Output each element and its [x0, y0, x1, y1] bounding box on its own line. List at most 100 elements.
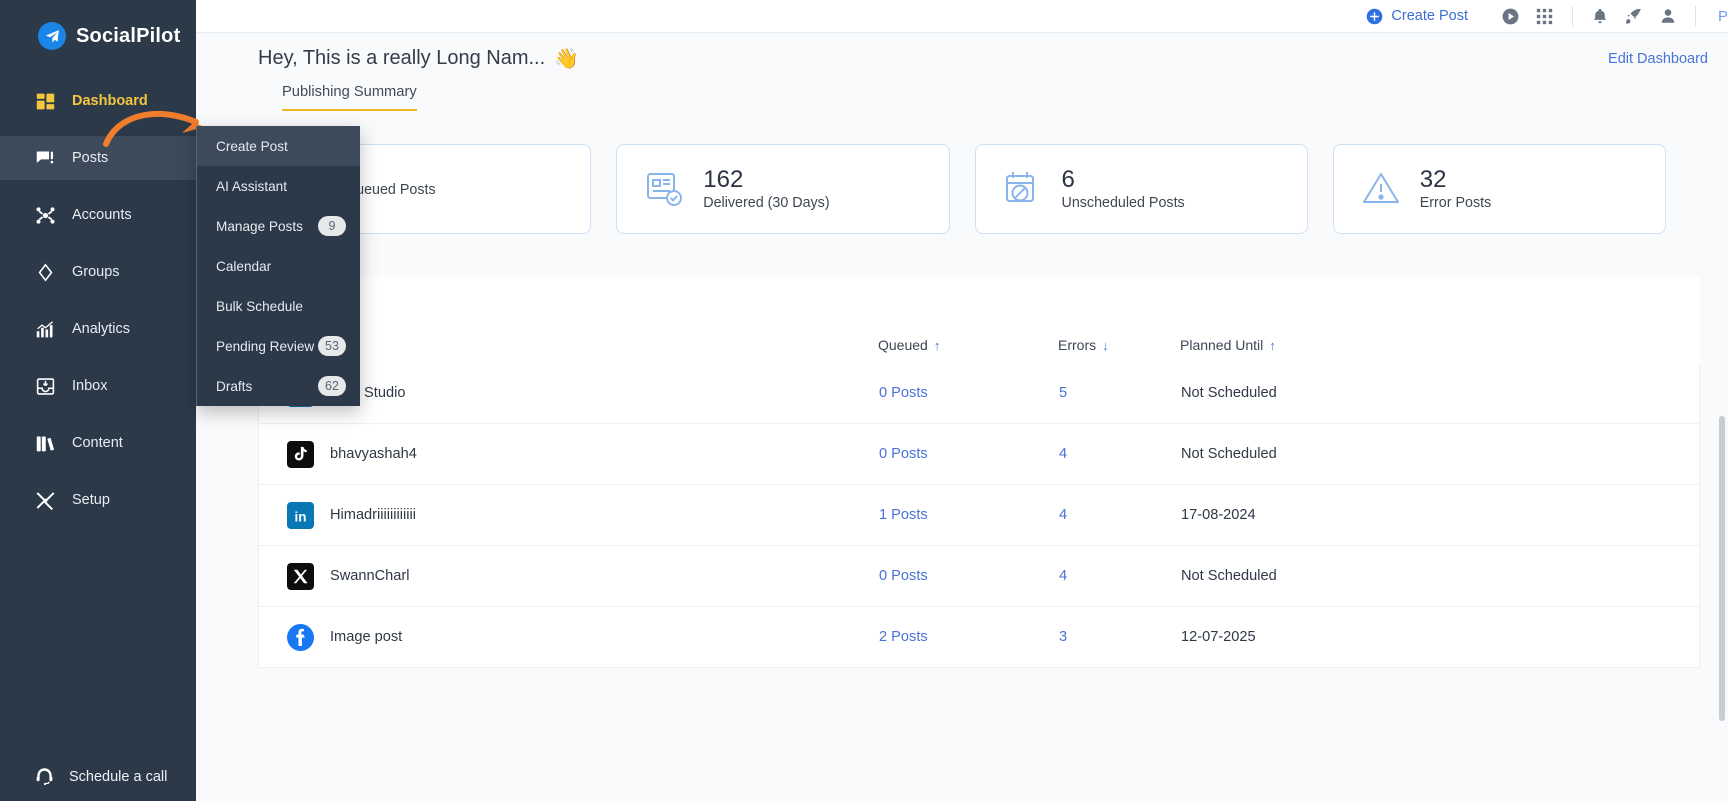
table-row[interactable]: SwannCharl 0 Posts 4 Not Scheduled	[258, 546, 1700, 607]
top-bar: Create Post P	[196, 0, 1728, 33]
groups-icon	[34, 261, 56, 283]
accounts-table: Name ↑ Queued ↑ Errors ↓ Planned Until ↑	[258, 327, 1700, 668]
tab-publishing-summary[interactable]: Publishing Summary	[282, 84, 417, 111]
sidebar-item-groups[interactable]: Groups	[0, 250, 196, 294]
main-content: Hey, This is a really Long Nam... 👋 Edit…	[196, 33, 1728, 801]
stat-value: 6	[1061, 165, 1075, 193]
books-icon	[34, 432, 56, 454]
x-twitter-icon	[287, 562, 314, 590]
accounts-panel: by Accounts Name ↑ Queued ↑ Errors ↓	[258, 277, 1700, 668]
plus-circle-icon	[1367, 8, 1383, 24]
queued-value[interactable]: 0 Posts	[879, 385, 1059, 401]
schedule-a-call-label: Schedule a call	[69, 768, 168, 785]
vertical-scrollbar[interactable]	[1719, 416, 1725, 721]
table-header-row: Name ↑ Queued ↑ Errors ↓ Planned Until ↑	[258, 327, 1700, 363]
account-name: Image post	[330, 629, 403, 645]
errors-value[interactable]: 5	[1059, 385, 1181, 401]
inbox-icon	[34, 375, 56, 397]
sidebar-item-dashboard[interactable]: Dashboard	[0, 79, 196, 123]
menu-item-badge: 53	[318, 336, 346, 356]
table-row[interactable]: in Arch Studio 0 Posts 5 Not Scheduled	[258, 363, 1700, 424]
schedule-a-call-button[interactable]: Schedule a call	[0, 766, 196, 801]
sidebar-item-label: Content	[72, 435, 123, 451]
app-root: SocialPilot Dashboard Posts Accounts Gro…	[0, 0, 1728, 801]
stat-value: 32	[1419, 165, 1447, 193]
sidebar-item-inbox[interactable]: Inbox	[0, 364, 196, 408]
queued-value[interactable]: 1 Posts	[879, 507, 1059, 523]
create-post-label: Create Post	[1391, 8, 1468, 24]
rocket-icon[interactable]	[1617, 7, 1651, 26]
stat-label: Unscheduled Posts	[1061, 195, 1185, 212]
menu-item-badge: 9	[318, 216, 346, 236]
sidebar: SocialPilot Dashboard Posts Accounts Gro…	[0, 0, 196, 801]
edge-truncated-label: P	[1717, 7, 1728, 25]
posts-icon	[34, 147, 56, 169]
errors-value[interactable]: 4	[1059, 507, 1181, 523]
column-label: Errors	[1058, 337, 1097, 353]
stat-card-unscheduled[interactable]: 6 Unscheduled Posts	[974, 144, 1308, 234]
stat-cards: Queued Posts 162 Delivered (30 Days) 6 U…	[196, 118, 1728, 234]
sidebar-item-label: Dashboard	[72, 93, 148, 109]
stat-card-error-posts[interactable]: 32 Error Posts	[1332, 144, 1666, 234]
brand[interactable]: SocialPilot	[0, 0, 196, 50]
column-header-errors[interactable]: Errors ↓	[1058, 337, 1180, 353]
sidebar-item-label: Posts	[72, 150, 109, 166]
wave-emoji-icon: 👋	[554, 48, 580, 70]
user-icon[interactable]	[1651, 7, 1685, 25]
sidebar-nav: Dashboard Posts Accounts Groups Analytic…	[0, 79, 196, 522]
linkedin-icon: in	[287, 501, 314, 529]
queued-value[interactable]: 0 Posts	[879, 568, 1059, 584]
menu-item-label: Pending Review	[216, 338, 315, 354]
delivered-posts-icon	[643, 168, 685, 210]
sidebar-item-accounts[interactable]: Accounts	[0, 193, 196, 237]
toolbar-divider	[1571, 5, 1573, 27]
stat-value: 162	[703, 165, 744, 193]
chart-icon	[34, 318, 56, 340]
column-label: Planned Until	[1180, 337, 1264, 353]
menu-item-create-post[interactable]: Create Post	[197, 126, 360, 166]
column-header-queued[interactable]: Queued ↑	[878, 337, 1058, 353]
account-name: SwannCharl	[330, 568, 410, 584]
menu-item-calendar[interactable]: Calendar	[197, 246, 360, 286]
menu-item-label: Manage Posts	[216, 218, 303, 234]
error-posts-icon	[1360, 168, 1402, 210]
menu-item-bulk-schedule[interactable]: Bulk Schedule	[197, 286, 360, 326]
errors-value[interactable]: 4	[1059, 446, 1181, 462]
bell-icon[interactable]	[1583, 7, 1617, 25]
stat-card-delivered[interactable]: 162 Delivered (30 Days)	[616, 144, 950, 234]
table-row[interactable]: Image post 2 Posts 3 12-07-2025	[258, 607, 1700, 668]
table-row[interactable]: in Himadriiiiiiiiiiii 1 Posts 4 17-08-20…	[258, 485, 1700, 546]
apps-grid-icon[interactable]	[1528, 8, 1562, 25]
menu-item-label: Bulk Schedule	[216, 298, 303, 314]
summary-tabs: Publishing Summary	[196, 84, 1728, 118]
column-header-planned-until[interactable]: Planned Until ↑	[1180, 337, 1420, 353]
sort-arrow-icon: ↑	[1269, 337, 1276, 353]
errors-value[interactable]: 3	[1059, 629, 1181, 645]
queued-value[interactable]: 2 Posts	[879, 629, 1059, 645]
sort-arrow-icon: ↓	[1102, 337, 1109, 353]
edit-dashboard-link[interactable]: Edit Dashboard	[1608, 51, 1708, 67]
sidebar-item-setup[interactable]: Setup	[0, 478, 196, 522]
errors-value[interactable]: 4	[1059, 568, 1181, 584]
queued-value[interactable]: 0 Posts	[879, 446, 1059, 462]
menu-item-pending-review[interactable]: Pending Review 53	[197, 326, 360, 366]
sidebar-item-label: Setup	[72, 492, 110, 508]
panel-tabs: by Accounts	[258, 277, 1700, 311]
sidebar-item-label: Groups	[72, 264, 120, 280]
table-row[interactable]: bhavyashah4 0 Posts 4 Not Scheduled	[258, 424, 1700, 485]
menu-item-ai-assistant[interactable]: AI Assistant	[197, 166, 360, 206]
greeting-text: Hey, This is a really Long Nam...	[258, 47, 546, 69]
menu-item-manage-posts[interactable]: Manage Posts 9	[197, 206, 360, 246]
facebook-icon	[287, 623, 314, 651]
sidebar-item-content[interactable]: Content	[0, 421, 196, 465]
menu-item-badge: 62	[318, 376, 346, 396]
menu-item-drafts[interactable]: Drafts 62	[197, 366, 360, 406]
sidebar-item-analytics[interactable]: Analytics	[0, 307, 196, 351]
play-circle-icon[interactable]	[1494, 7, 1528, 26]
stat-label: Error Posts	[1419, 195, 1492, 212]
create-post-button[interactable]: Create Post	[1366, 8, 1468, 25]
page-title: Hey, This is a really Long Nam... 👋	[258, 46, 579, 71]
sidebar-item-label: Inbox	[72, 378, 108, 394]
grid-icon	[34, 90, 56, 112]
sidebar-item-posts[interactable]: Posts	[0, 136, 196, 180]
